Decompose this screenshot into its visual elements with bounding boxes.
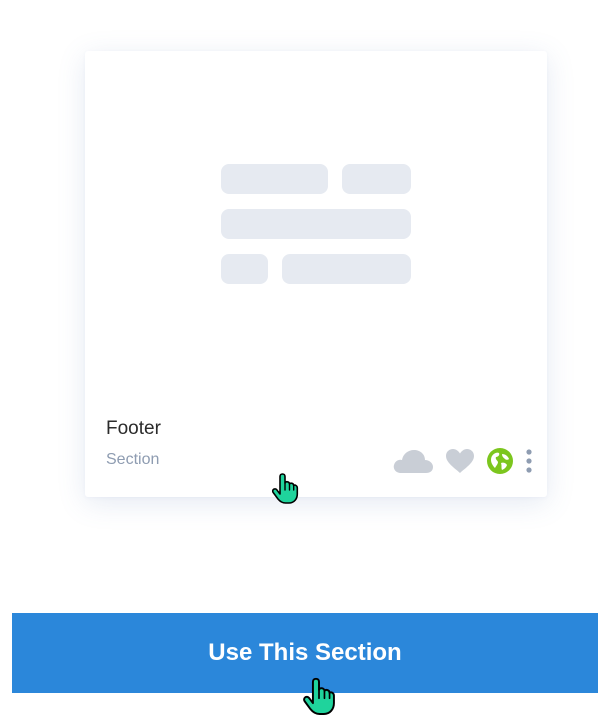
layout-preview-stage: Footer Section Use This Section: [0, 0, 598, 721]
placeholder-block: [221, 254, 268, 284]
layout-card[interactable]: Footer Section: [85, 51, 547, 497]
placeholder-block: [221, 164, 328, 194]
placeholder-block: [342, 164, 411, 194]
hand-pointer-cursor-icon: [303, 677, 335, 715]
placeholder-block: [221, 209, 411, 239]
layout-preview-thumbnail[interactable]: [85, 51, 547, 391]
layout-title: Footer: [106, 418, 161, 439]
cloud-icon[interactable]: [392, 448, 434, 474]
card-actions: [392, 447, 533, 475]
heart-icon[interactable]: [445, 448, 475, 474]
hand-pointer-cursor-icon: [271, 473, 299, 504]
more-vertical-icon[interactable]: [525, 448, 533, 474]
layout-type-label: Section: [106, 451, 160, 468]
placeholder-block: [282, 254, 411, 284]
globe-icon[interactable]: [486, 447, 514, 475]
